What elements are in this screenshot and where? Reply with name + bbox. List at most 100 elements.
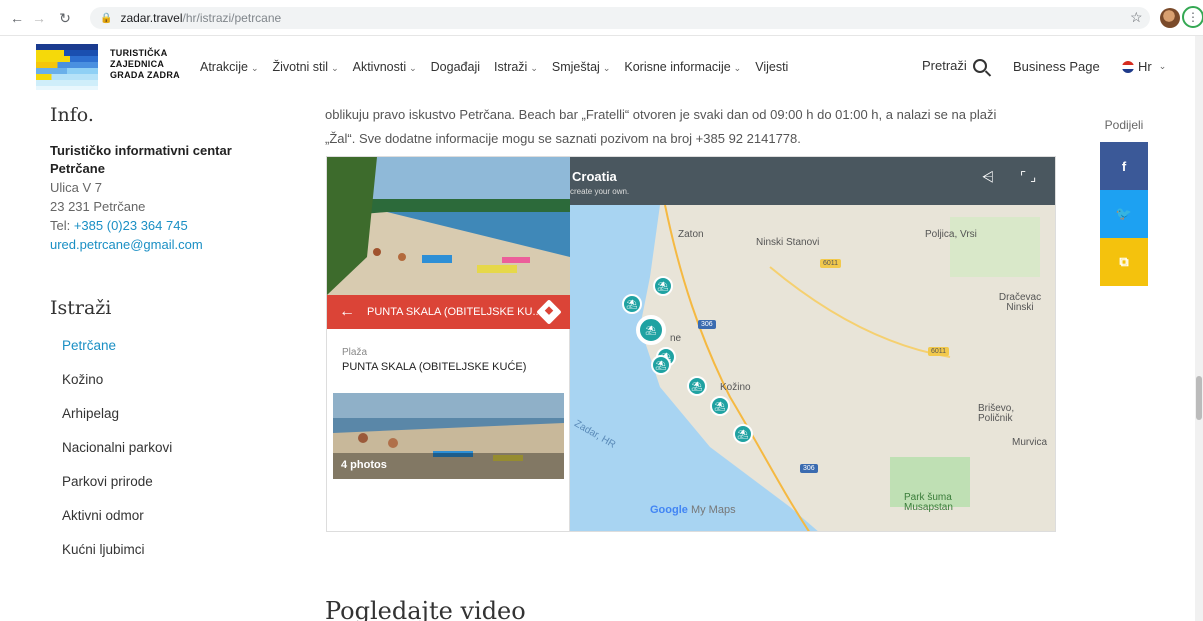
map-label-zaton: Zaton (678, 229, 704, 240)
beach-marker-icon[interactable]: ⛱ (651, 355, 671, 375)
place-header-title: PUNTA SKALA (OBITELJSKE KU... (367, 306, 542, 318)
language-label: Hr (1138, 59, 1152, 74)
beach-marker-icon[interactable]: ⛱ (622, 294, 642, 314)
road-label: 306 (698, 320, 716, 329)
twitter-icon: 🐦 (1115, 206, 1133, 221)
share-label: Podijeli (1104, 118, 1144, 132)
map-label-ninski-stanovi: Ninski Stanovi (756, 237, 820, 248)
beach-marker-icon[interactable]: ⛱ (710, 396, 730, 416)
place-header-bar: ← PUNTA SKALA (OBITELJSKE KU... (327, 295, 570, 329)
road-label: 6011 (820, 259, 842, 268)
nav-item-istrazi[interactable]: Istraži ⌄ (494, 60, 538, 74)
istrazi-item-kucni-ljubimci[interactable]: Kućni ljubimci (62, 542, 172, 576)
istrazi-item-aktivni-odmor[interactable]: Aktivni odmor (62, 508, 172, 542)
url-path: /hr/istrazi/petrcane (182, 11, 282, 25)
back-arrow-icon[interactable]: ← (6, 7, 28, 29)
search-button[interactable]: Pretraži (922, 58, 987, 73)
beach-marker-icon[interactable]: ⛱ (733, 424, 753, 444)
logo-text: TURISTIČKA ZAJEDNICA GRADA ZADRA (110, 48, 180, 80)
lock-icon: 🔒 (100, 12, 113, 24)
road-label: 306 (800, 464, 818, 473)
istrazi-item-petrcane[interactable]: Petrčane (62, 338, 172, 372)
article-line-1: oblikuju pravo iskustvo Petrčana. Beach … (325, 107, 997, 122)
istrazi-list: Petrčane Kožino Arhipelag Nacionalni par… (62, 338, 172, 576)
chevron-down-icon: ⌄ (602, 63, 611, 73)
nav-item-korisne-informacije[interactable]: Korisne informacije ⌄ (624, 60, 741, 74)
istrazi-item-arhipelag[interactable]: Arhipelag (62, 406, 172, 440)
beach-photo[interactable] (327, 157, 570, 295)
menu-kebab-icon[interactable]: ⋮ (1182, 6, 1203, 28)
facebook-icon: f (1121, 158, 1127, 174)
site-header: TURISTIČKA ZAJEDNICA GRADA ZADRA Atrakci… (0, 36, 1203, 96)
phone-link[interactable]: +385 (0)23 364 745 (74, 218, 188, 233)
browser-toolbar: ← → ↻ 🔒 zadar.travel/hr/istrazi/petrcane… (0, 0, 1203, 36)
nav-item-aktivnosti[interactable]: Aktivnosti ⌄ (353, 60, 417, 74)
map-label-partial: ne (670, 333, 682, 344)
beach-marker-icon[interactable]: ⛱ (687, 376, 707, 396)
bookmark-star-icon[interactable]: ☆ (1130, 9, 1143, 26)
language-selector[interactable]: Hr ⌄ (1122, 59, 1166, 74)
email-link[interactable]: ured.petrcane@gmail.com (50, 235, 290, 254)
map-canvas[interactable]: Croatia create your own. ⩤ ⌜⌟ Zaton Nins… (570, 157, 1055, 531)
embedded-map[interactable]: ← PUNTA SKALA (OBITELJSKE KU... Plaža PU… (326, 156, 1056, 532)
scrollbar-thumb[interactable] (1196, 376, 1202, 420)
nav-item-smjestaj[interactable]: Smještaj ⌄ (552, 60, 610, 74)
map-label-kozino: Kožino (720, 382, 751, 393)
copy-icon: ⧉ (1119, 254, 1129, 269)
business-page-link[interactable]: Business Page (1013, 59, 1100, 74)
croatian-flag-icon (1122, 60, 1134, 73)
back-arrow-icon[interactable]: ← (339, 303, 355, 321)
search-icon (972, 58, 987, 73)
place-type: Plaža (342, 347, 368, 358)
reload-icon[interactable]: ↻ (54, 7, 76, 29)
info-center-name: Turističko informativni centar (50, 143, 232, 158)
map-label-brisevo: Briševo, Poličnik (978, 403, 1015, 424)
article-text: oblikuju pravo iskustvo Petrčana. Beach … (325, 103, 1065, 151)
article-line-2: „Žal“. Sve dodatne informacije mogu se s… (325, 131, 801, 146)
fullscreen-icon[interactable]: ⌜⌟ (1020, 169, 1040, 185)
istrazi-item-kozino[interactable]: Kožino (62, 372, 172, 406)
nav-item-vijesti[interactable]: Vijesti (755, 60, 788, 74)
map-side-panel: ← PUNTA SKALA (OBITELJSKE KU... Plaža PU… (327, 157, 570, 531)
selected-beach-marker-icon[interactable]: ⛱ (636, 315, 666, 345)
map-label-murvica: Murvica (1012, 437, 1048, 448)
chevron-down-icon: ⌄ (409, 63, 417, 73)
facebook-share-button[interactable]: f (1100, 142, 1148, 190)
istrazi-item-nacionalni-parkovi[interactable]: Nacionalni parkovi (62, 440, 172, 474)
nav-item-dogadaji[interactable]: Događaji (431, 60, 480, 74)
chevron-down-icon: ⌄ (331, 63, 339, 73)
main-navigation: Atrakcije ⌄ Životni stil ⌄ Aktivnosti ⌄ Dog… (200, 60, 788, 74)
address-bar[interactable]: 🔒 zadar.travel/hr/istrazi/petrcane (90, 7, 1150, 29)
info-center-place: Petrčane (50, 161, 105, 176)
search-label: Pretraži (922, 58, 967, 73)
forward-arrow-icon[interactable]: → (28, 7, 50, 29)
map-subtitle[interactable]: create your own. (570, 187, 629, 196)
copy-link-button[interactable]: ⧉ (1100, 238, 1148, 286)
map-label-poljica: Poljica, Vrsi (925, 229, 977, 240)
map-label-park-suma: Park šuma Musapstan (904, 492, 953, 513)
istrazi-title: Istraži (50, 297, 112, 319)
beach-marker-icon[interactable]: ⛱ (653, 276, 673, 296)
info-title: Info. (50, 104, 94, 126)
site-logo[interactable] (36, 44, 98, 90)
chevron-down-icon: ⌄ (733, 63, 742, 73)
url-host: zadar.travel (120, 11, 183, 25)
google-my-maps-logo: Google My Maps (650, 504, 736, 516)
chevron-down-icon: ⌄ (530, 63, 538, 73)
share-sidebar: Podijeli f 🐦 ⧉ (1100, 118, 1148, 286)
info-address-street: Ulica V 7 (50, 180, 103, 195)
page-scrollbar[interactable] (1195, 36, 1203, 621)
share-icon[interactable]: ⩤ (982, 169, 994, 186)
chevron-down-icon: ⌄ (250, 63, 259, 73)
map-title: Croatia (572, 169, 617, 184)
nav-item-atrakcije[interactable]: Atrakcije ⌄ (200, 60, 258, 74)
photos-count: 4 photos (341, 459, 387, 471)
map-terrain (570, 157, 1055, 531)
nav-item-zivotni-stil[interactable]: Životni stil ⌄ (272, 60, 338, 74)
twitter-share-button[interactable]: 🐦 (1100, 190, 1148, 238)
info-sidebar: Info. Turističko informativni centar Pet… (50, 104, 290, 254)
directions-icon[interactable] (536, 299, 562, 325)
map-label-dracevac: Dračevac Ninski (998, 292, 1042, 313)
profile-avatar[interactable] (1160, 8, 1180, 28)
istrazi-item-parkovi-prirode[interactable]: Parkovi prirode (62, 474, 172, 508)
